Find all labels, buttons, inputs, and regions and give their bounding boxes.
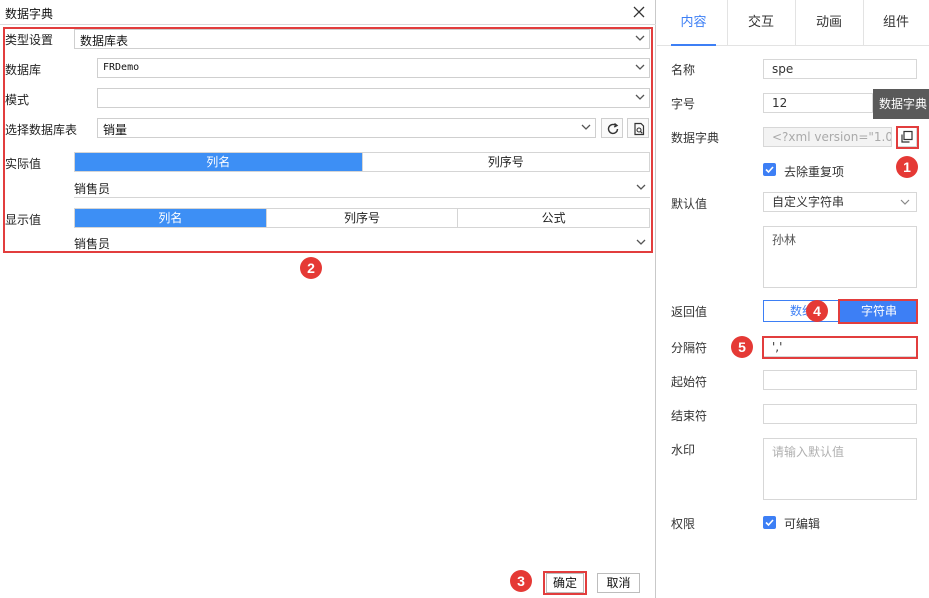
annotation-box-2 [3, 27, 653, 253]
chevron-down-icon [900, 199, 910, 205]
default-value-label: 默认值 [671, 197, 708, 211]
screen: 数据字典 类型设置 数据库表 数据库 FRDemo 模式 选择数据库表 销量 实… [0, 0, 929, 598]
annotation-badge-5: 5 [731, 336, 753, 358]
separator-label: 分隔符 [671, 341, 708, 355]
name-input[interactable]: spe [763, 59, 917, 79]
annotation-box-5 [762, 336, 918, 359]
end-char-input[interactable] [763, 404, 917, 424]
annotation-badge-2: 2 [300, 257, 322, 279]
watermark-label: 水印 [671, 443, 696, 457]
tab-content[interactable]: 内容 [671, 0, 716, 46]
tab-interaction[interactable]: 交互 [727, 0, 795, 46]
return-value-label: 返回值 [671, 305, 708, 319]
annotation-badge-4: 4 [806, 300, 828, 322]
end-char-label: 结束符 [671, 409, 708, 423]
annotation-box-1 [896, 126, 919, 149]
start-char-input[interactable] [763, 370, 917, 390]
editable-label: 可编辑 [784, 517, 821, 531]
data-dictionary-input: <?xml version="1.0" e [763, 127, 892, 147]
dedupe-label: 去除重复项 [784, 165, 845, 179]
dialog-title: 数据字典 [5, 7, 54, 21]
start-char-label: 起始符 [671, 375, 708, 389]
fontsize-input[interactable]: 12 [763, 93, 873, 113]
tab-animation[interactable]: 动画 [795, 0, 863, 46]
tab-component[interactable]: 组件 [863, 0, 929, 46]
annotation-badge-1: 1 [896, 156, 918, 178]
dialog-header-divider [0, 24, 656, 25]
dedupe-checkbox[interactable] [763, 163, 776, 176]
data-dictionary-dialog: 数据字典 类型设置 数据库表 数据库 FRDemo 模式 选择数据库表 销量 实… [0, 0, 656, 598]
watermark-textarea[interactable]: 请输入默认值 [763, 438, 917, 500]
name-label: 名称 [671, 63, 696, 77]
close-icon[interactable] [630, 3, 648, 21]
cancel-button[interactable]: 取消 [597, 573, 640, 593]
ok-button[interactable]: 确定 [546, 573, 584, 593]
fontsize-label: 字号 [671, 97, 696, 111]
permission-label: 权限 [671, 517, 696, 531]
annotation-badge-3: 3 [510, 570, 532, 592]
panel-tabs: 内容 交互 动画 组件 [657, 0, 929, 46]
default-value-textarea[interactable]: 孙林 [763, 226, 917, 288]
default-type-select[interactable]: 自定义字符串 [763, 192, 917, 212]
annotation-box-4 [838, 299, 918, 324]
editable-checkbox[interactable] [763, 516, 776, 529]
default-type-value: 自定义字符串 [772, 195, 845, 209]
data-dictionary-tooltip: 数据字典 [873, 89, 929, 119]
data-dictionary-label: 数据字典 [671, 131, 720, 145]
return-array-option[interactable]: 数组 [763, 300, 841, 322]
